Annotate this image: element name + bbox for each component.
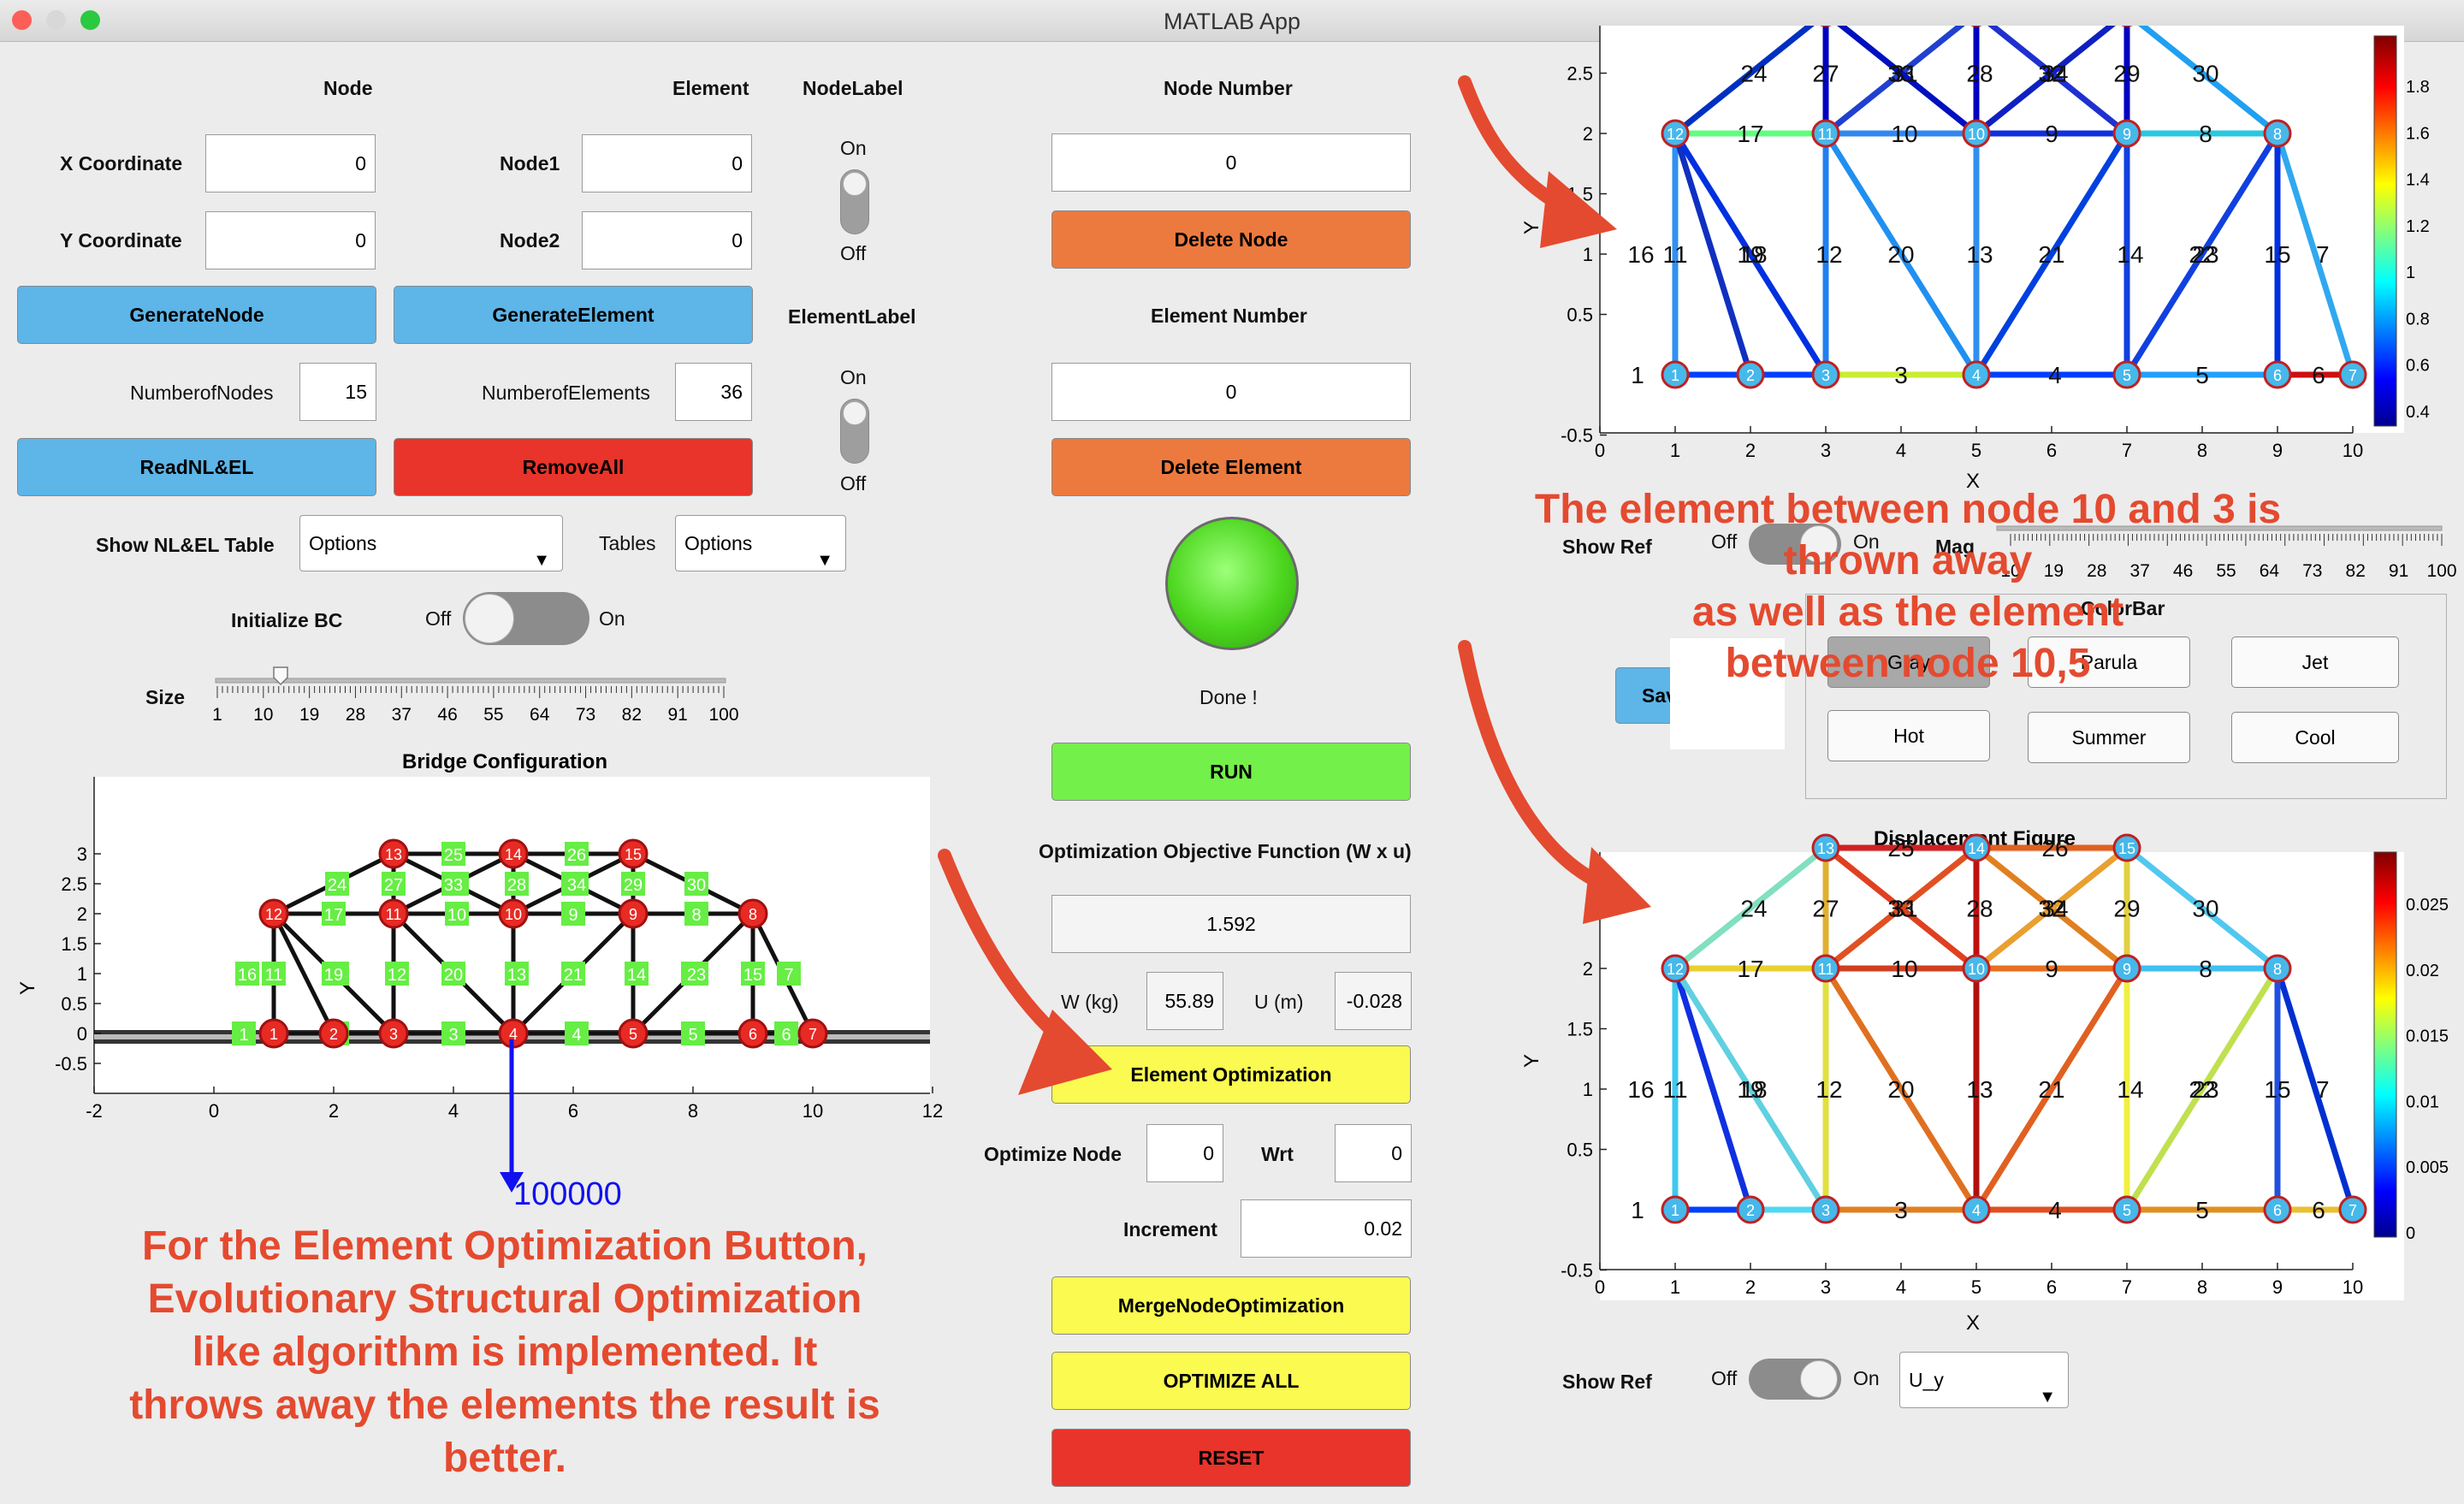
arrow-head-icon: [1583, 847, 1651, 924]
annotation-top-right: The element between node 10 and 3 is thr…: [1489, 484, 2327, 690]
arrow-head-icon: [1540, 171, 1617, 248]
annotation-bottom-left: For the Element Optimization Button, Evo…: [34, 1220, 975, 1485]
annotation-line: better.: [442, 1436, 567, 1481]
annotation-line: as well as the element: [1691, 589, 2124, 635]
annotation-line: For the Element Optimization Button,: [142, 1223, 868, 1269]
annotation-line: thrown away: [1783, 538, 2033, 583]
annotation-line: The element between node 10 and 3 is: [1534, 487, 2282, 532]
matlab-app-window: MATLAB App Node Element NodeLabel X Coor…: [0, 0, 2464, 1504]
annotation-line: like algorithm is implemented. It: [192, 1329, 818, 1375]
annotation-line: throws away the elements the result is: [129, 1383, 880, 1428]
arrow-head-icon: [1018, 1010, 1112, 1095]
annotation-line: between node 10,5: [1725, 641, 2091, 686]
annotation-line: Evolutionary Structural Optimization: [147, 1276, 862, 1322]
